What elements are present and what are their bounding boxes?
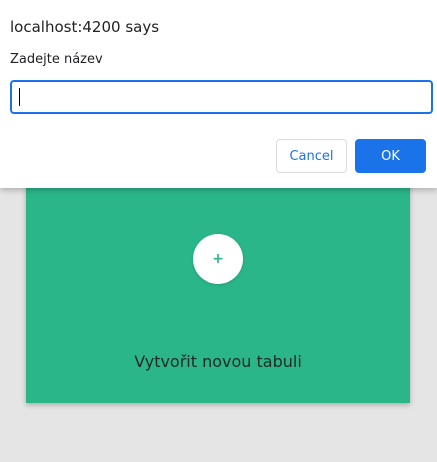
cancel-button[interactable]: Cancel	[276, 139, 347, 173]
board-name-input[interactable]	[10, 80, 433, 114]
dialog-title: localhost:4200 says	[10, 18, 160, 36]
create-board-label: Vytvořit novou tabuli	[134, 352, 302, 371]
text-caret	[19, 88, 20, 106]
plus-icon: +	[212, 251, 224, 267]
ok-button[interactable]: OK	[355, 139, 426, 173]
dialog-message: Zadejte název	[10, 52, 103, 67]
add-board-button[interactable]: +	[193, 234, 243, 284]
prompt-dialog: localhost:4200 says Zadejte název Cancel…	[0, 0, 437, 188]
